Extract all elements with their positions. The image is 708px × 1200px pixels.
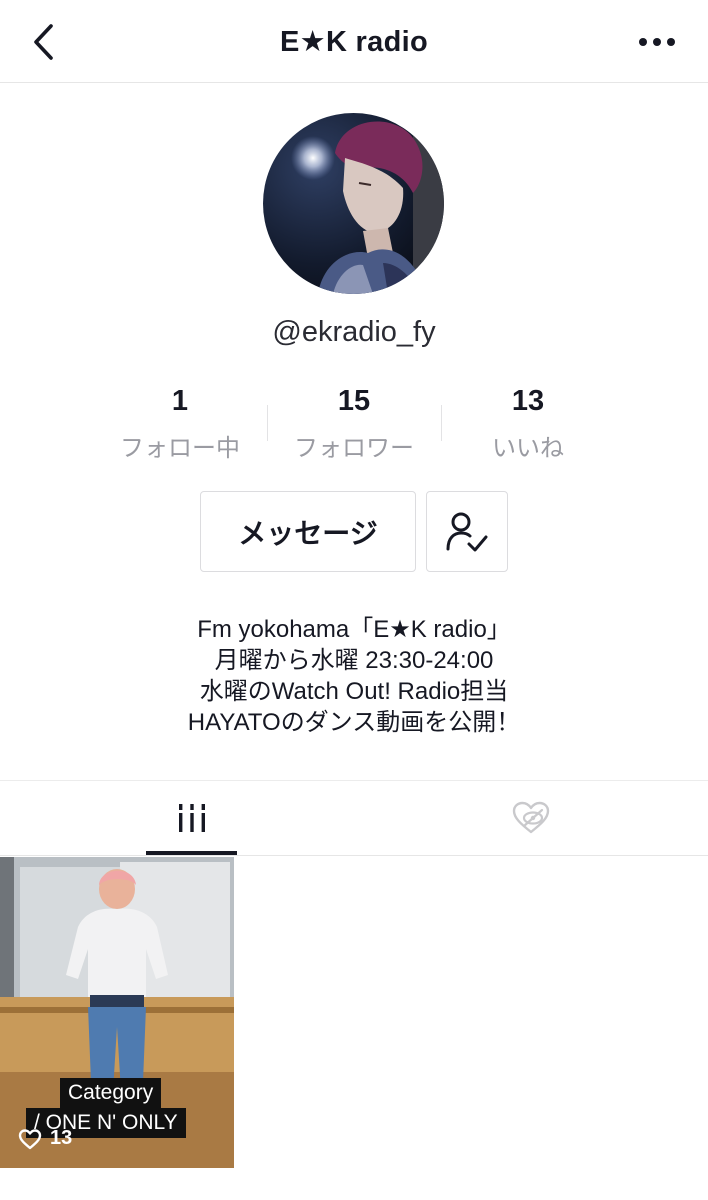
followers-stat[interactable]: 15 フォロワー xyxy=(274,385,434,463)
caption-line: Category xyxy=(60,1078,162,1108)
bio-line: HAYATOのダンス動画を公開！ xyxy=(187,709,521,736)
message-button[interactable]: メッセージ xyxy=(200,491,416,572)
followers-count: 15 xyxy=(337,385,371,417)
bio: Fm yokohama「E★K radio」 月曜から水曜 23:30-24:0… xyxy=(0,614,708,738)
top-bar: E★K radio xyxy=(0,0,708,83)
bio-line: 水曜のWatch Out! Radio担当 xyxy=(199,678,509,705)
tab-videos[interactable] xyxy=(14,781,368,855)
bio-line: Fm yokohama「E★K radio」 xyxy=(197,616,511,643)
username-handle: @ekradio_fy xyxy=(272,316,436,348)
heart-outline-icon xyxy=(18,1128,42,1149)
videos-grid-icon xyxy=(179,804,205,832)
page-title: E★K radio xyxy=(280,26,428,58)
likes-label: いいね xyxy=(492,435,564,462)
following-status-button[interactable] xyxy=(426,491,508,572)
stat-divider xyxy=(267,405,268,441)
user-check-icon xyxy=(446,512,488,551)
followers-label: フォロワー xyxy=(294,435,414,462)
liked-hidden-icon xyxy=(512,801,550,834)
content-tabs xyxy=(0,780,708,856)
likes-stat[interactable]: 13 いいね xyxy=(448,385,608,463)
following-label: フォロー中 xyxy=(120,435,240,462)
following-stat[interactable]: 1 フォロー中 xyxy=(100,385,260,463)
more-horizontal-icon xyxy=(639,38,675,46)
more-button[interactable] xyxy=(632,22,682,62)
active-tab-indicator xyxy=(146,851,237,855)
video-like-count: 13 xyxy=(50,1127,73,1149)
following-count: 1 xyxy=(171,385,189,417)
avatar[interactable] xyxy=(263,113,444,294)
likes-count: 13 xyxy=(511,385,545,417)
avatar-image xyxy=(263,113,444,294)
tab-liked[interactable] xyxy=(354,781,708,855)
stat-divider xyxy=(441,405,442,441)
video-likes: 13 xyxy=(18,1127,72,1150)
bio-line: 月曜から水曜 23:30-24:00 xyxy=(214,647,494,674)
